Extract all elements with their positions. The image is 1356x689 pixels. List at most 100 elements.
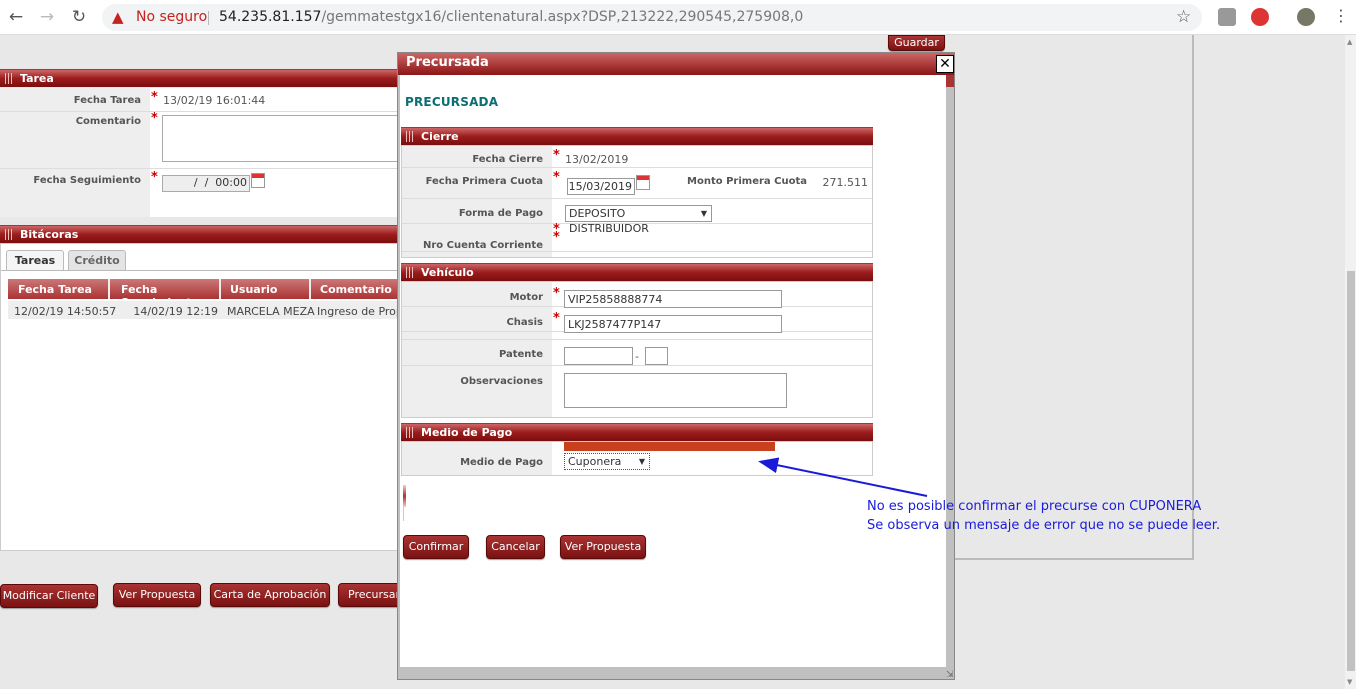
patente-input[interactable] <box>564 347 633 365</box>
column-divider <box>219 279 221 299</box>
address-separator <box>208 11 209 25</box>
bitacoras-section: Tareas Crédito Fecha Tarea Fecha Seguimi… <box>0 243 400 551</box>
url-path: /gemmatestgx16/clientenatural.aspx?DSP,2… <box>321 9 804 25</box>
extension-icon[interactable] <box>1251 8 1269 26</box>
dialog-heading: PRECURSADA <box>405 95 499 109</box>
medio-pago-label: Medio de Pago <box>460 457 543 468</box>
modificar-cliente-button[interactable]: Modificar Cliente <box>0 584 98 608</box>
medio-pago-title: Medio de Pago <box>421 426 513 439</box>
close-icon[interactable]: ✕ <box>936 55 954 73</box>
cell-comentario: Ingreso de Propu <box>317 305 399 318</box>
ver-propuesta-button[interactable]: Ver Propuesta <box>113 583 201 607</box>
grip-icon <box>406 427 415 438</box>
bitacoras-section-header: Bitácoras <box>0 225 400 243</box>
fecha-tarea-label: Fecha Tarea <box>73 95 141 106</box>
column-header-usuario[interactable]: Usuario <box>221 283 309 296</box>
observaciones-label: Observaciones <box>460 376 543 387</box>
fecha-seguimiento-input[interactable]: / / 00:00 <box>162 175 250 192</box>
tarea-section-header: Tarea <box>0 69 400 87</box>
forma-pago-label: Forma de Pago <box>458 208 543 219</box>
required-marker: * <box>553 148 560 163</box>
back-arrow-icon[interactable]: ← <box>6 7 26 27</box>
fecha-tarea-value: 13/02/19 16:01:44 <box>163 94 266 107</box>
grip-icon <box>406 131 415 142</box>
tab-tareas[interactable]: Tareas <box>6 250 64 270</box>
fecha-primera-cuota-input[interactable]: 15/03/2019 <box>567 178 635 195</box>
error-message-strip <box>403 485 406 507</box>
error-message-strip <box>403 507 404 521</box>
fecha-seguimiento-label: Fecha Seguimiento <box>33 175 141 186</box>
guardar-button[interactable]: Guardar <box>888 35 945 51</box>
tab-credito[interactable]: Crédito <box>68 250 126 270</box>
address-bar[interactable]: ▲ No seguro 54.235.81.157/gemmatestgx16/… <box>102 4 1202 31</box>
column-header-fecha-tarea[interactable]: Fecha Tarea <box>8 283 108 296</box>
fecha-cierre-value: 13/02/2019 <box>565 153 629 166</box>
page-scrollbar[interactable]: ▲ ▼ <box>1345 35 1356 689</box>
forma-pago-value: DEPOSITO DISTRIBUIDOR <box>569 207 649 235</box>
cell-usuario: MARCELA MEZA <box>227 305 315 318</box>
bitacoras-title: Bitácoras <box>20 228 79 241</box>
cell-fecha-tarea: 12/02/19 14:50:57 <box>14 305 117 318</box>
grip-icon <box>5 229 14 240</box>
url-text[interactable]: 54.235.81.157/gemmatestgx16/clientenatur… <box>219 9 803 25</box>
row-divider <box>0 111 400 112</box>
row-divider <box>0 168 400 169</box>
comentario-textarea[interactable] <box>162 115 402 162</box>
required-marker: * <box>553 311 560 326</box>
dialog-body: PRECURSADA Cierre Fecha Cierre * 13/02/2… <box>400 75 946 667</box>
tab-divider <box>1 270 399 271</box>
row <box>402 332 872 340</box>
row-divider <box>402 251 872 252</box>
cancelar-button[interactable]: Cancelar <box>486 535 545 559</box>
ver-propuesta-dialog-button[interactable]: Ver Propuesta <box>560 535 646 559</box>
patente-dv-input[interactable] <box>645 347 668 365</box>
calendar-icon[interactable] <box>636 175 650 190</box>
dialog-title: Precursada <box>406 55 489 70</box>
warning-icon[interactable]: ▲ <box>112 8 130 26</box>
arrow-line <box>758 457 928 497</box>
column-divider <box>309 279 311 299</box>
grip-icon <box>5 73 14 84</box>
column-divider <box>108 279 110 299</box>
forward-arrow-icon[interactable]: → <box>37 7 57 27</box>
monto-primera-cuota-value: 271.511 <box>822 176 869 189</box>
profile-avatar[interactable] <box>1297 8 1315 26</box>
precursar-button[interactable]: Precursar <box>338 583 404 607</box>
required-marker: * <box>553 286 560 301</box>
carta-aprobacion-button[interactable]: Carta de Aprobación <box>210 583 330 607</box>
pdf-extension-icon[interactable] <box>1218 8 1236 26</box>
chevron-down-icon: ▼ <box>700 209 707 218</box>
chevron-down-icon: ▼ <box>638 457 645 466</box>
medio-pago-section-header: Medio de Pago <box>401 423 873 441</box>
comentario-label: Comentario <box>75 116 141 127</box>
nro-cuenta-label: Nro Cuenta Corriente <box>423 240 543 251</box>
medio-pago-select[interactable]: Cuponera ▼ <box>564 453 650 470</box>
bookmark-star-icon[interactable]: ☆ <box>1176 7 1191 27</box>
vehiculo-section: Motor * Chasis * Patente - Observaciones <box>401 281 873 418</box>
motor-input[interactable] <box>564 290 782 308</box>
resize-grip-icon[interactable]: ⇲ <box>946 670 954 680</box>
grip-icon <box>406 267 415 278</box>
annotation-line-1: No es posible confirmar el precurse con … <box>867 499 1202 514</box>
menu-kebab-icon[interactable]: ⋮ <box>1333 8 1349 24</box>
required-marker: * * <box>553 222 560 245</box>
scrollbar-thumb[interactable] <box>1347 271 1355 671</box>
observaciones-textarea[interactable] <box>564 373 787 408</box>
cierre-section: Fecha Cierre * 13/02/2019 Fecha Primera … <box>401 145 873 258</box>
chasis-input[interactable] <box>564 315 782 333</box>
monto-primera-cuota-label: Monto Primera Cuota <box>687 176 807 187</box>
tarea-title: Tarea <box>20 72 54 85</box>
scroll-up-icon[interactable]: ▲ <box>1347 38 1352 46</box>
calendar-icon[interactable] <box>251 173 265 188</box>
required-marker: * <box>553 170 560 185</box>
fecha-cierre-label: Fecha Cierre <box>472 154 543 165</box>
patente-separator: - <box>635 350 639 363</box>
column-header-comentario[interactable]: Comentario <box>311 283 399 296</box>
reload-icon[interactable]: ↻ <box>69 7 89 27</box>
security-label[interactable]: No seguro <box>136 9 207 25</box>
scroll-down-icon[interactable]: ▼ <box>1347 678 1352 686</box>
confirmar-button[interactable]: Confirmar <box>403 535 469 559</box>
fecha-primera-cuota-label: Fecha Primera Cuota <box>425 176 543 187</box>
medio-pago-value: Cuponera <box>568 455 622 468</box>
forma-pago-select[interactable]: DEPOSITO DISTRIBUIDOR ▼ <box>565 205 712 235</box>
